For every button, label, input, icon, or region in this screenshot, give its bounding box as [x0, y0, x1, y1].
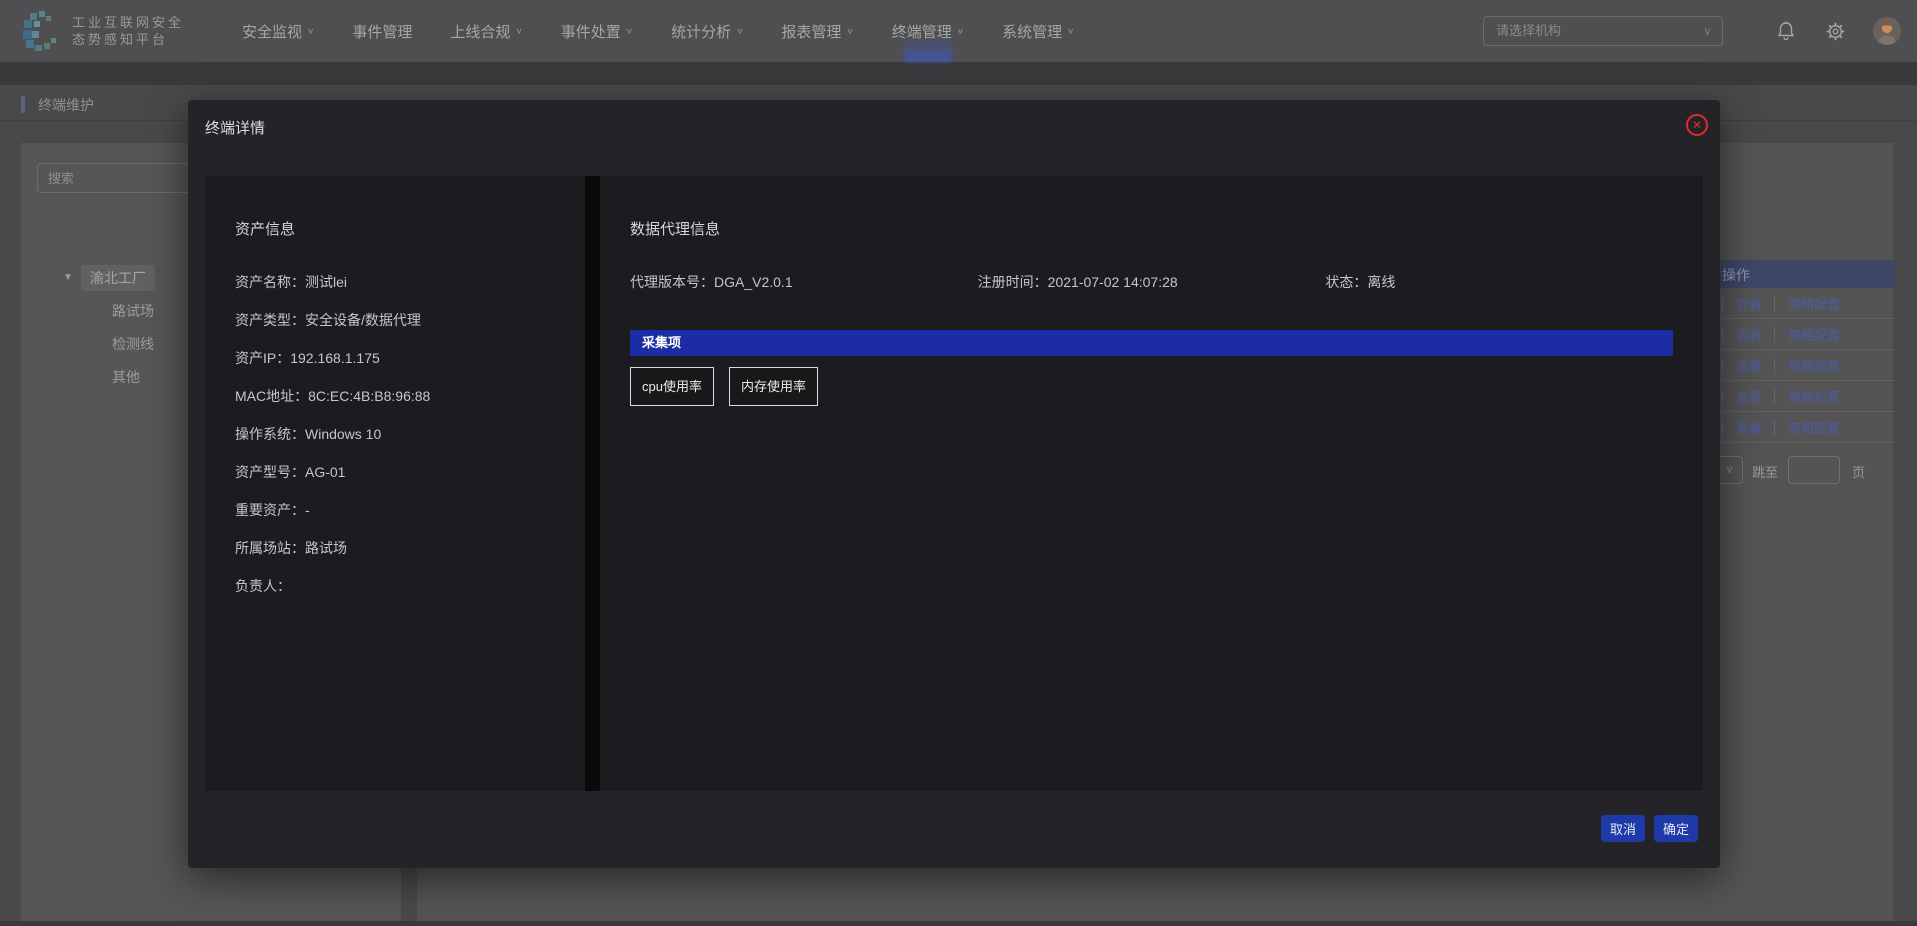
field-agent-version: 代理版本号：DGA_V2.0.1: [630, 272, 978, 292]
field-status: 状态：离线: [1325, 272, 1673, 292]
asset-fields: 资产名称：测试lei 资产类型：安全设备/数据代理 资产IP：192.168.1…: [235, 272, 430, 614]
field-asset-model: 资产型号：AG-01: [235, 462, 430, 500]
agent-info-title: 数据代理信息: [630, 218, 720, 239]
field-asset-type: 资产类型：安全设备/数据代理: [235, 310, 430, 348]
field-asset-ip: 资产IP：192.168.1.175: [235, 348, 430, 386]
collection-items-header: 采集项: [630, 330, 1673, 356]
confirm-button[interactable]: 确定: [1654, 815, 1698, 842]
asset-info-title: 资产信息: [235, 218, 295, 239]
field-mac-address: MAC地址：8C:EC:4B:B8:96:88: [235, 386, 430, 424]
terminal-detail-dialog: 终端详情 ✕ 资产信息 资产名称：测试lei 资产类型：安全设备/数据代理 资产…: [188, 100, 1720, 868]
agent-info-card: 数据代理信息 代理版本号：DGA_V2.0.1 注册时间：2021-07-02 …: [600, 176, 1703, 791]
asset-info-card: 资产信息 资产名称：测试lei 资产类型：安全设备/数据代理 资产IP：192.…: [205, 176, 585, 791]
collection-item-cpu[interactable]: cpu使用率: [630, 367, 714, 406]
field-station: 所属场站：路试场: [235, 538, 430, 576]
screen: 工业互联网安全 态势感知平台 安全监视∨ 事件管理 上线合规∨ 事件处置∨ 统计…: [0, 0, 1917, 926]
dialog-header: 终端详情 ✕: [188, 100, 1720, 152]
collection-item-memory[interactable]: 内存使用率: [729, 367, 818, 406]
cancel-button[interactable]: 取消: [1601, 815, 1645, 842]
collection-items: cpu使用率 内存使用率: [630, 367, 818, 406]
field-important-asset: 重要资产：-: [235, 500, 430, 538]
agent-fields: 代理版本号：DGA_V2.0.1 注册时间：2021-07-02 14:07:2…: [630, 272, 1673, 292]
dialog-body: 资产信息 资产名称：测试lei 资产类型：安全设备/数据代理 资产IP：192.…: [205, 176, 1703, 791]
close-icon[interactable]: ✕: [1686, 114, 1708, 136]
field-owner: 负责人：: [235, 576, 430, 614]
dialog-title: 终端详情: [205, 117, 265, 138]
field-register-time: 注册时间：2021-07-02 14:07:28: [978, 272, 1326, 292]
dialog-footer: 取消 确定: [1601, 815, 1698, 842]
field-asset-name: 资产名称：测试lei: [235, 272, 430, 310]
field-os: 操作系统：Windows 10: [235, 424, 430, 462]
